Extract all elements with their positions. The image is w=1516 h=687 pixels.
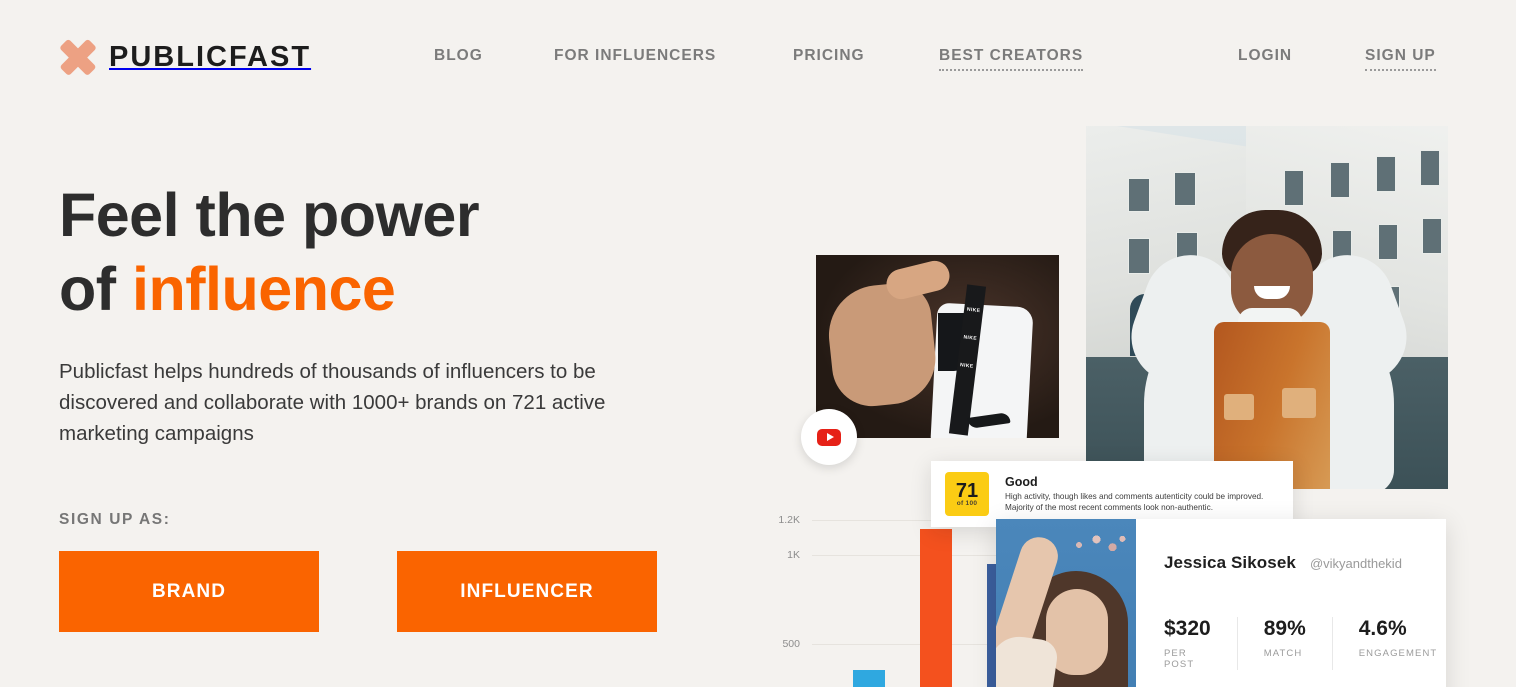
- chart-gridline: 500: [782, 638, 1012, 650]
- influencer-stats-row: $320 PER POST 89% MATCH 4.6% ENGAGEMENT: [1164, 617, 1437, 670]
- nav-item-sign-up[interactable]: SIGN UP: [1365, 47, 1436, 71]
- stat-match: 89% MATCH: [1264, 617, 1333, 670]
- score-max-label: of 100: [956, 499, 978, 507]
- nav-item-blog[interactable]: BLOG: [434, 47, 483, 65]
- stat-value: 4.6%: [1358, 617, 1407, 640]
- cta-button-row: BRAND INFLUENCER: [59, 551, 739, 632]
- score-description-line-2: Majority of the most recent comments loo…: [1005, 503, 1213, 512]
- influencer-handle: @vikyandthekid: [1309, 556, 1402, 571]
- chart-y-tick-label: 1K: [787, 549, 800, 562]
- headline-accent-word: influence: [132, 255, 396, 323]
- chart-y-tick-label: 1.2K: [778, 514, 800, 526]
- page-title: Feel the power of influence: [59, 178, 739, 326]
- street-photo-image: LA PE: [1086, 126, 1448, 489]
- nav-item-login[interactable]: LOGIN: [1238, 47, 1292, 65]
- stat-engagement: 4.6% ENGAGEMENT: [1359, 617, 1438, 670]
- score-badge: 71 of 100: [945, 472, 989, 516]
- chart-bar: [853, 670, 886, 687]
- main-navigation: BLOG FOR INFLUENCERS PRICING BEST CREATO…: [0, 0, 1516, 112]
- nav-item-for-influencers[interactable]: FOR INFLUENCERS: [554, 47, 716, 65]
- chart-gridline: 1K: [787, 549, 1012, 561]
- chart-bar: [920, 528, 952, 687]
- score-description-line-1: High activity, though likes and comments…: [1005, 492, 1264, 501]
- score-rating-title: Good: [1005, 475, 1038, 489]
- stat-label: PER POST: [1164, 648, 1195, 670]
- youtube-play-icon[interactable]: [801, 409, 857, 465]
- site-header: PUBLICFAST BLOG FOR INFLUENCERS PRICING …: [0, 0, 1516, 112]
- signup-as-brand-button[interactable]: BRAND: [59, 551, 319, 632]
- stat-value: 89%: [1263, 617, 1306, 640]
- signup-as-influencer-button[interactable]: INFLUENCER: [397, 551, 657, 632]
- score-value: 71: [955, 479, 979, 502]
- hero-visual-panel: LA PE NIKENIKENIKE: [756, 120, 1516, 687]
- signup-as-label: SIGN UP AS:: [59, 511, 171, 528]
- chart-plot-area: 02005001K1.2K: [778, 514, 1019, 687]
- stat-per-post: $320 PER POST: [1164, 617, 1238, 670]
- nav-item-best-creators[interactable]: BEST CREATORS: [939, 47, 1084, 71]
- audience-score-card: 71 of 100 Good High activity, though lik…: [931, 461, 1293, 527]
- video-thumbnail-image[interactable]: NIKE NIKE NIKE: [816, 255, 1059, 438]
- likes-bar-chart: 02005001K1.2K Likes: [756, 508, 1028, 687]
- stat-label: MATCH: [1263, 648, 1303, 659]
- influencer-identity: Jessica Sikosek @vikyandthekid: [1164, 553, 1437, 573]
- chart-y-tick-label: 500: [782, 637, 800, 650]
- hero-content: Feel the power of influence Publicfast h…: [59, 178, 739, 632]
- nav-item-pricing[interactable]: PRICING: [793, 47, 865, 65]
- stat-label: ENGAGEMENT: [1358, 648, 1438, 659]
- headline-line-2-prefix: of: [59, 255, 133, 323]
- influencer-name: Jessica Sikosek: [1164, 553, 1296, 572]
- hero-subheading: Publicfast helps hundreds of thousands o…: [59, 360, 606, 445]
- influencer-profile-card: Jessica Sikosek @vikyandthekid $320 PER …: [996, 519, 1446, 687]
- headline-line-1: Feel the power: [59, 181, 480, 249]
- landing-page: PUBLICFAST BLOG FOR INFLUENCERS PRICING …: [0, 0, 1516, 687]
- influencer-avatar-photo: [996, 519, 1136, 687]
- stat-value: $320: [1164, 617, 1211, 640]
